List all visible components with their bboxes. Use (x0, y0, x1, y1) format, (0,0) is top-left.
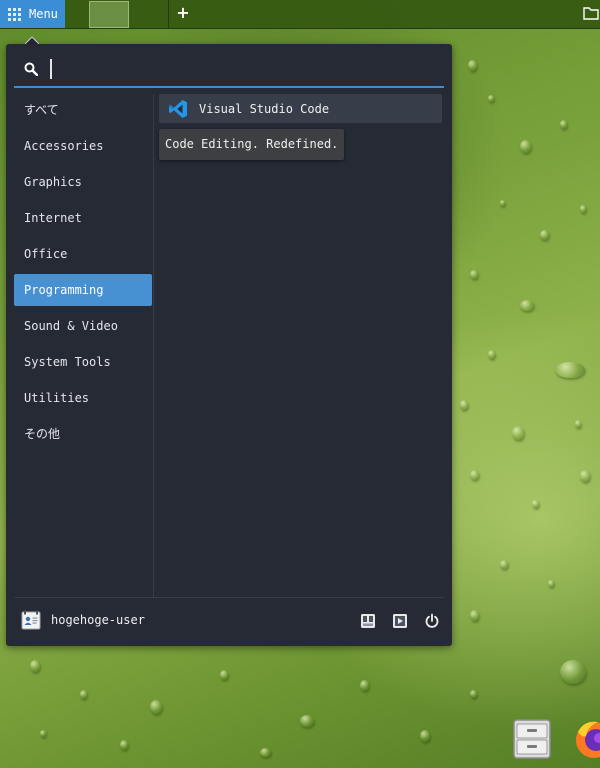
app-item-visual-studio-code[interactable]: Visual Studio Code (159, 94, 442, 123)
category-accessories[interactable]: Accessories (14, 130, 152, 162)
app-grid-icon (8, 7, 21, 21)
user-name: hogehoge-user (51, 613, 145, 627)
search-underline (14, 86, 444, 88)
category-system-tools[interactable]: System Tools (14, 346, 152, 378)
vscode-icon (168, 99, 188, 119)
app-item-label: Visual Studio Code (199, 101, 330, 116)
power-button[interactable] (422, 611, 442, 631)
search-icon (24, 62, 39, 79)
column-divider (153, 94, 154, 597)
application-menu: すべて Accessories Graphics Internet Office… (6, 44, 452, 646)
category-all[interactable]: すべて (14, 94, 152, 126)
folder-icon[interactable] (583, 6, 599, 23)
session-actions (358, 611, 442, 631)
panel-separator (168, 0, 169, 28)
search-input[interactable] (50, 58, 434, 84)
category-list: すべて Accessories Graphics Internet Office… (14, 94, 152, 454)
lock-screen-icon (361, 614, 375, 628)
power-icon (425, 613, 439, 628)
logout-icon (393, 614, 407, 628)
user-info[interactable]: hogehoge-user (21, 607, 145, 633)
app-tooltip: Code Editing. Redefined. (159, 129, 345, 160)
category-utilities[interactable]: Utilities (14, 382, 152, 414)
lock-screen-button[interactable] (358, 611, 378, 631)
user-avatar-icon (21, 610, 41, 630)
category-internet[interactable]: Internet (14, 202, 152, 234)
workspace-switcher[interactable] (89, 1, 129, 28)
category-sound-video[interactable]: Sound & Video (14, 310, 152, 342)
category-programming[interactable]: Programming (14, 274, 152, 306)
footer-divider (14, 597, 444, 598)
add-panel-button[interactable]: + (174, 3, 192, 23)
top-panel: Menu + (0, 0, 600, 29)
menu-button[interactable]: Menu (0, 0, 65, 28)
file-cabinet-icon[interactable] (512, 718, 552, 763)
category-other[interactable]: その他 (14, 418, 152, 450)
category-office[interactable]: Office (14, 238, 152, 270)
search-bar (14, 58, 444, 88)
menu-button-label: Menu (29, 7, 58, 21)
logout-button[interactable] (390, 611, 410, 631)
menu-caret-outline (25, 36, 39, 44)
firefox-icon[interactable] (572, 716, 600, 763)
category-graphics[interactable]: Graphics (14, 166, 152, 198)
